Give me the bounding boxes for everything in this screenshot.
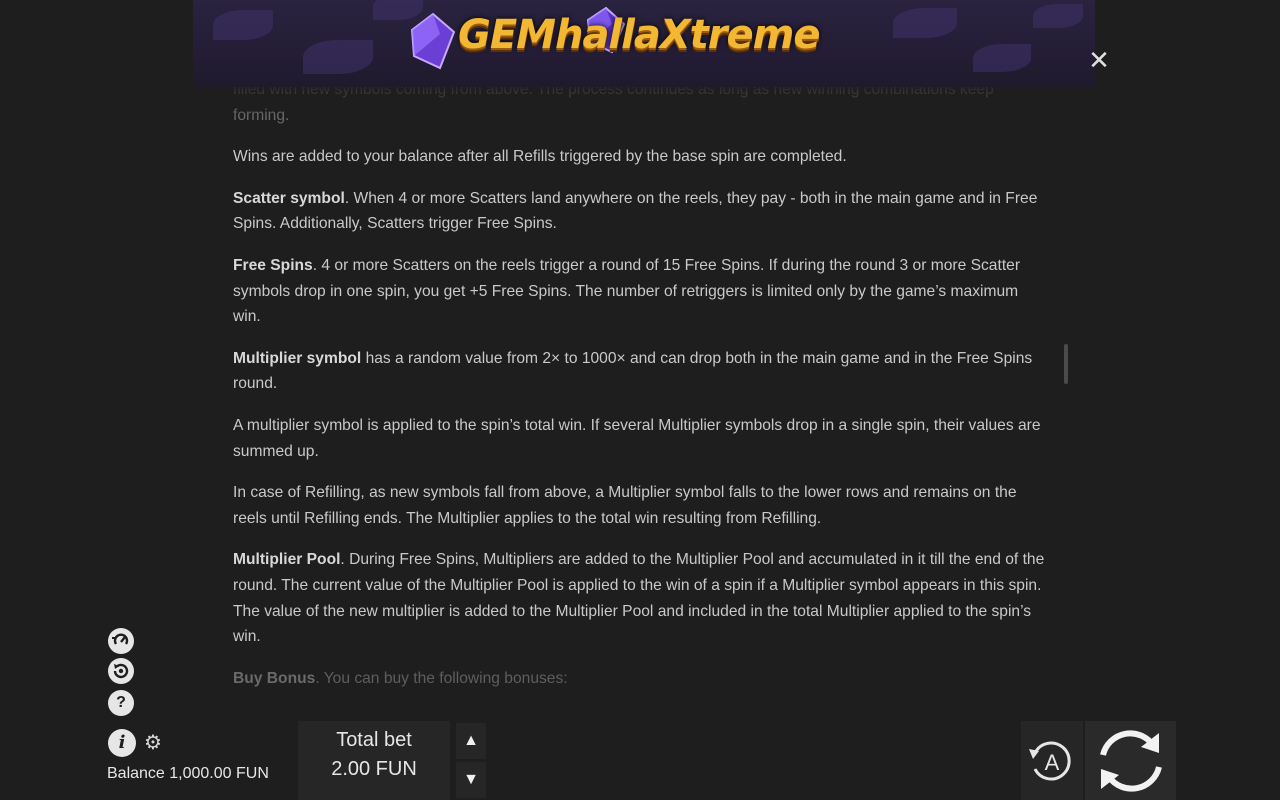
rules-content: filled with new symbols coming from abov… <box>233 87 1048 699</box>
help-icon[interactable]: ? <box>108 690 134 716</box>
rules-paragraph: Wins are added to your balance after all… <box>233 148 847 166</box>
rules-paragraph-multiplier-pool: Multiplier Pool. During Free Spins, Mult… <box>233 551 1045 646</box>
rules-paragraph-multiplier: Multiplier symbol has a random value fro… <box>233 349 1033 393</box>
triangle-down-icon: ▼ <box>463 771 479 788</box>
rules-paragraph-free-spins: Free Spins. 4 or more Scatters on the re… <box>233 256 1021 326</box>
info-icon[interactable]: i <box>108 729 136 757</box>
autoplay-button[interactable]: A <box>1021 721 1083 800</box>
total-bet-value: 2.00 FUN <box>331 758 417 780</box>
rules-paragraph: A multiplier symbol is applied to the sp… <box>233 416 1041 460</box>
content-fade <box>193 87 1095 117</box>
rules-paragraph-buy-bonus: Buy Bonus. You can buy the following bon… <box>233 669 568 687</box>
bet-decrease-button[interactable]: ▼ <box>456 762 486 798</box>
rules-paragraph: In case of Refilling, as new symbols fal… <box>233 484 1017 527</box>
balance-display: Balance 1,000.00 FUN <box>107 765 269 782</box>
autoplay-icon: A <box>1029 741 1071 781</box>
gear-icon[interactable]: ⚙ <box>144 733 164 753</box>
buy-bonus-title: Buy Bonus <box>233 669 316 687</box>
total-bet-panel: Total bet 2.00 FUN <box>298 721 450 800</box>
multiplier-title: Multiplier symbol <box>233 349 362 367</box>
svg-text:A: A <box>1045 750 1060 775</box>
scrollbar-thumb[interactable] <box>1064 344 1068 384</box>
gem-left-icon <box>410 12 456 70</box>
total-bet-label: Total bet <box>336 729 412 751</box>
triangle-up-icon: ▲ <box>463 732 479 749</box>
scatter-title: Scatter symbol <box>233 189 345 207</box>
bet-increase-button[interactable]: ▲ <box>456 723 486 759</box>
rules-paragraph-scatter: Scatter symbol. When 4 or more Scatters … <box>233 189 1038 233</box>
close-icon[interactable]: ✕ <box>1087 47 1111 73</box>
multiplier-pool-title: Multiplier Pool <box>233 551 341 569</box>
game-logo: GEMhallaXtreme <box>410 6 870 78</box>
spin-button[interactable] <box>1085 721 1176 800</box>
free-spins-title: Free Spins <box>233 256 313 274</box>
spin-icon <box>1100 730 1162 792</box>
history-icon[interactable] <box>108 658 134 684</box>
turbo-icon[interactable] <box>108 628 134 654</box>
logo-text: GEMhallaXtreme <box>458 12 820 58</box>
